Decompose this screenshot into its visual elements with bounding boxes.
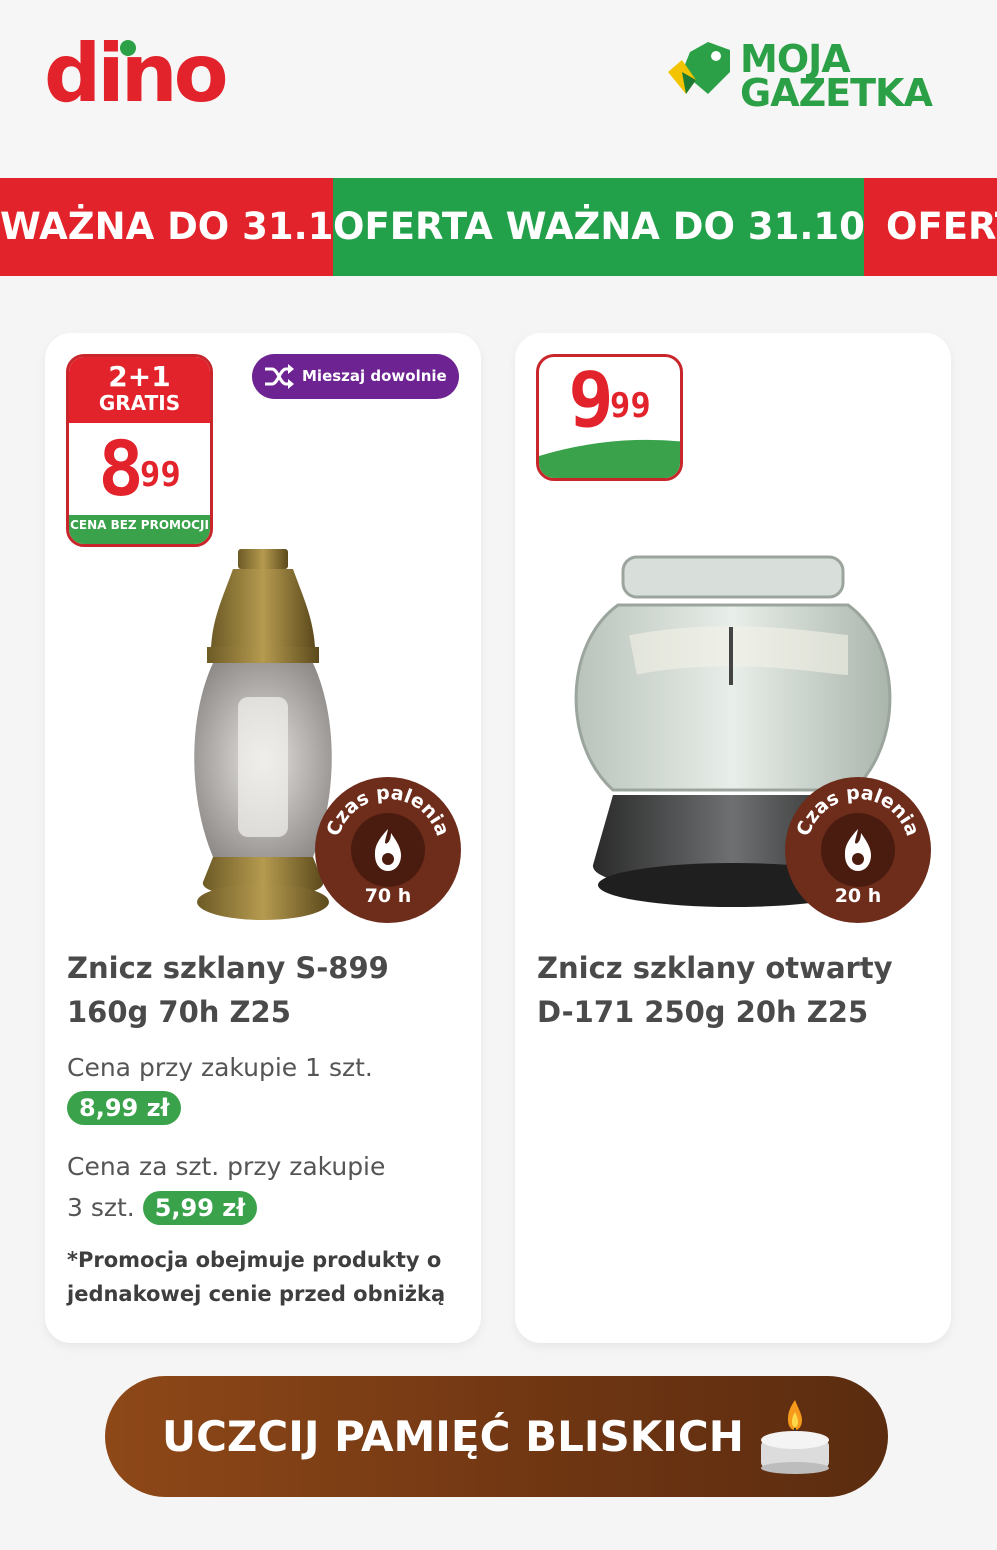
ticker-item: OFERTA WAŻNA DO 31.10: [333, 178, 865, 276]
price: 899: [69, 423, 210, 515]
price-cents: 99: [609, 386, 651, 426]
mix-freely-badge: Mieszaj dowolnie: [252, 354, 459, 399]
promo-label: 2+1 GRATIS: [69, 357, 210, 423]
product-card[interactable]: 2+1 GRATIS 899 CENA BEZ PROMOCJI Mieszaj…: [45, 333, 481, 1343]
price-note: CENA BEZ PROMOCJI: [69, 515, 210, 544]
lantern-image: [194, 549, 332, 920]
burn-hours: 20 h: [834, 885, 882, 907]
mix-label: Mieszaj dowolnie: [302, 367, 447, 385]
multi-price-label: Cena za szt. przy zakupie: [67, 1152, 386, 1181]
burn-label: Czas palenia: [322, 782, 453, 839]
price-badge: 999: [536, 354, 683, 481]
burn-hours: 70 h: [364, 885, 412, 907]
svg-text:Czas palenia: Czas palenia: [792, 782, 923, 839]
remember-loved-ones-button[interactable]: UCZCIJ PAMIĘĆ BLISKICH: [105, 1376, 888, 1497]
multi-price-qty: 3 szt.: [67, 1193, 135, 1222]
product-card[interactable]: 999 Czas palenia 20 h Znicz szklany otwa…: [515, 333, 951, 1343]
moja-gazetka-logo[interactable]: MOJA GAZETKA: [668, 40, 963, 117]
burn-time-badge: Czas palenia 70 h: [315, 777, 461, 923]
offer-ticker: WAŻNA DO 31.10 OFERTA WAŻNA DO 31.10 OFE…: [0, 178, 997, 276]
tag-icon: [668, 42, 730, 94]
price: 999: [539, 357, 680, 443]
shuffle-icon: [265, 364, 294, 389]
single-price-label: Cena przy zakupie 1 szt.: [67, 1053, 373, 1082]
cta-label: UCZCIJ PAMIĘĆ BLISKICH: [162, 1412, 744, 1461]
multi-price-row: 3 szt. 5,99 zł: [67, 1191, 258, 1225]
product-name[interactable]: Znicz szklany S-899 160g 70h Z25: [67, 946, 467, 1034]
single-price-row: 8,99 zł: [67, 1091, 182, 1125]
price-cents: 99: [139, 455, 181, 495]
price-badge: 2+1 GRATIS 899 CENA BEZ PROMOCJI: [66, 354, 213, 547]
badge-footer: [539, 438, 680, 478]
product-name[interactable]: Znicz szklany otwarty D-171 250g 20h Z25: [537, 946, 937, 1034]
price-integer: 9: [568, 355, 614, 444]
promo-line-1: 2+1: [108, 360, 171, 393]
price-integer: 8: [98, 424, 144, 513]
single-price: 8,99 zł: [67, 1091, 182, 1125]
dino-logo-dot: [120, 40, 136, 56]
promo-line-2: GRATIS: [98, 391, 181, 415]
ticker-item: WAŻNA DO 31.10: [0, 178, 359, 276]
candle-icon: [761, 1400, 829, 1474]
logo-line-2: GAZETKA: [740, 71, 933, 115]
promo-note: *Promocja obejmuje produkty o jednakowej…: [67, 1248, 446, 1306]
svg-text:Czas palenia: Czas palenia: [322, 782, 453, 839]
burn-time-badge: Czas palenia 20 h: [785, 777, 931, 923]
header: dino MOJA GAZETKA: [0, 0, 997, 178]
burn-label: Czas palenia: [792, 782, 923, 839]
ticker-item: OFERTA: [864, 178, 997, 276]
multi-price: 5,99 zł: [142, 1191, 258, 1225]
moja-gazetka-text: MOJA GAZETKA: [740, 40, 933, 115]
